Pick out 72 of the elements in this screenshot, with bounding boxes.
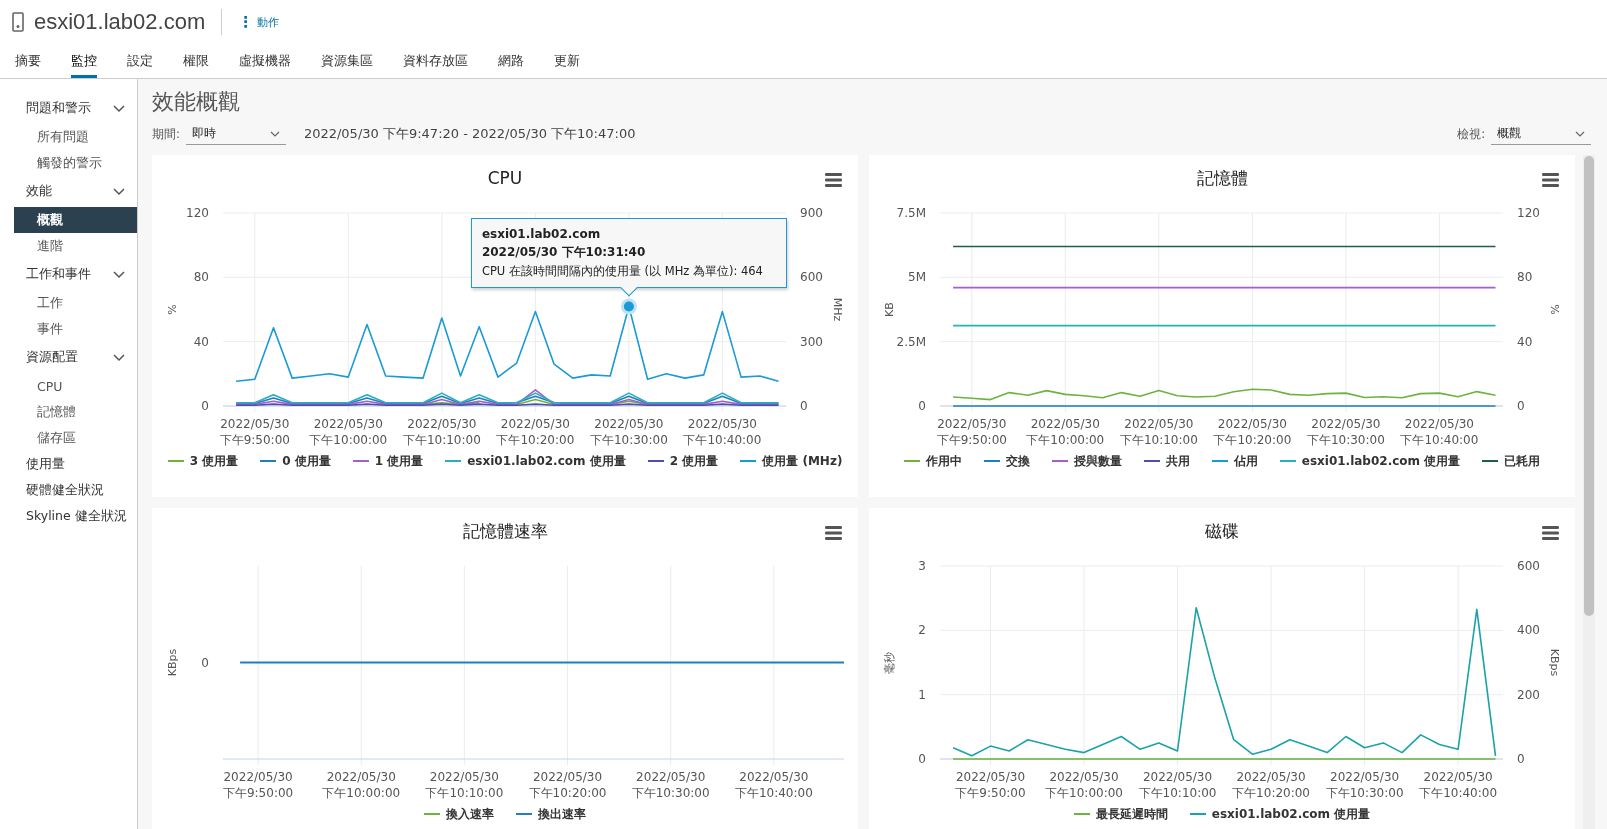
axis-label: 2022/05/30 下午10:30:00 — [589, 417, 668, 447]
axis-label: 0 — [1517, 399, 1525, 413]
axis-label: 2022/05/30 下午10:40:00 — [734, 770, 813, 800]
axis-label: 2022/05/30 下午10:40:00 — [683, 417, 762, 447]
axis-label: 2022/05/30 下午10:10:00 — [425, 770, 504, 800]
host-title: esxi01.lab02.com — [34, 9, 206, 35]
axis-label: 120 — [186, 206, 209, 220]
axis-label: 7.5M — [896, 206, 926, 220]
axis-label: 200 — [1517, 687, 1540, 702]
page-title: 效能概觀 — [152, 88, 241, 116]
axis-label: 80 — [1517, 270, 1533, 285]
axis-label: 2022/05/30 下午9:50:00 — [936, 417, 1007, 447]
tooltip-text: CPU 在該時間間隔內的使用量 (以 MHz 為單位): 464 — [481, 264, 764, 280]
axis-label: 2.5M — [896, 334, 926, 349]
axis-label: 600 — [800, 270, 823, 285]
chart-title: 記憶體 — [1196, 166, 1248, 190]
axis-label: 2022/05/30 下午10:30:00 — [1325, 770, 1404, 800]
chart-title: 記憶體速率 — [462, 519, 548, 543]
axis-title: 毫秒 — [883, 651, 896, 674]
time-range: 2022/05/30 下午9:47:20 - 2022/05/30 下午10:47:00 — [303, 125, 636, 143]
axis-label: 80 — [193, 270, 209, 285]
axis-label: 2022/05/30 下午10:20:00 — [528, 770, 607, 800]
axis-label: 0 — [918, 399, 926, 413]
axis-label: 300 — [800, 334, 823, 349]
axis-label: 2022/05/30 下午10:00:00 — [1045, 770, 1123, 800]
group-label: 工作和事件 — [26, 266, 91, 283]
axis-label: 2022/05/30 下午10:10:00 — [1119, 417, 1198, 447]
axis-label: 2022/05/30 下午10:40:00 — [1400, 417, 1479, 447]
axis-label: 0 — [800, 399, 808, 413]
group-label: 問題和警示 — [26, 100, 91, 117]
axis-label: 2022/05/30 下午10:20:00 — [1213, 417, 1292, 447]
axis-label: 2 — [918, 623, 926, 638]
tooltip-time: 2022/05/30 下午10:31:40 — [481, 244, 647, 262]
axis-title: MHz — [831, 297, 844, 322]
tooltip-host: esxi01.lab02.com — [481, 227, 602, 242]
axis-title: KB — [883, 302, 896, 317]
period-label: 期間: — [152, 126, 180, 142]
axis-label: 120 — [1517, 206, 1540, 220]
axis-label: 40 — [193, 334, 209, 349]
axis-label: 2022/05/30 下午9:50:00 — [222, 770, 294, 800]
axis-label: 2022/05/30 下午10:30:00 — [1306, 417, 1385, 447]
axis-label: 2022/05/30 下午10:20:00 — [1232, 770, 1310, 800]
axis-title: KBps — [166, 648, 179, 677]
view-label: 檢視: — [1457, 126, 1485, 142]
axis-label: 1 — [918, 687, 926, 702]
axis-label: 0 — [1517, 752, 1525, 766]
axis-label: 0 — [918, 752, 926, 766]
chart-title: 磁碟 — [1205, 519, 1239, 543]
axis-label: 2022/05/30 下午9:50:00 — [219, 417, 290, 447]
axis-label: 900 — [800, 206, 823, 220]
axis-label: 2022/05/30 下午10:40:00 — [1419, 770, 1498, 800]
axis-label: 3 — [918, 559, 926, 573]
axis-label: 40 — [1517, 334, 1533, 349]
group-label: 效能 — [26, 183, 52, 200]
axis-title: KBps — [1548, 648, 1561, 677]
axis-title: % — [1548, 304, 1561, 315]
axis-label: 2022/05/30 下午10:30:00 — [631, 770, 710, 800]
axis-label: 2022/05/30 下午10:20:00 — [496, 417, 575, 447]
axis-title: % — [166, 304, 179, 315]
axis-label: 2022/05/30 下午10:00:00 — [1026, 417, 1105, 447]
axis-label: 2022/05/30 下午10:10:00 — [402, 417, 481, 447]
axis-label: 2022/05/30 下午10:00:00 — [309, 417, 388, 447]
axis-label: 5M — [908, 270, 926, 285]
axis-label: 0 — [201, 399, 209, 413]
chart-title: CPU — [487, 168, 523, 188]
group-label: 資源配置 — [26, 349, 78, 366]
axis-label: 2022/05/30 下午9:50:00 — [955, 770, 1026, 800]
axis-label: 400 — [1517, 623, 1540, 638]
axis-label: 2022/05/30 下午10:10:00 — [1138, 770, 1217, 800]
axis-label: 0 — [201, 655, 209, 670]
axis-label: 2022/05/30 下午10:00:00 — [322, 770, 401, 800]
axis-label: 600 — [1517, 559, 1540, 573]
